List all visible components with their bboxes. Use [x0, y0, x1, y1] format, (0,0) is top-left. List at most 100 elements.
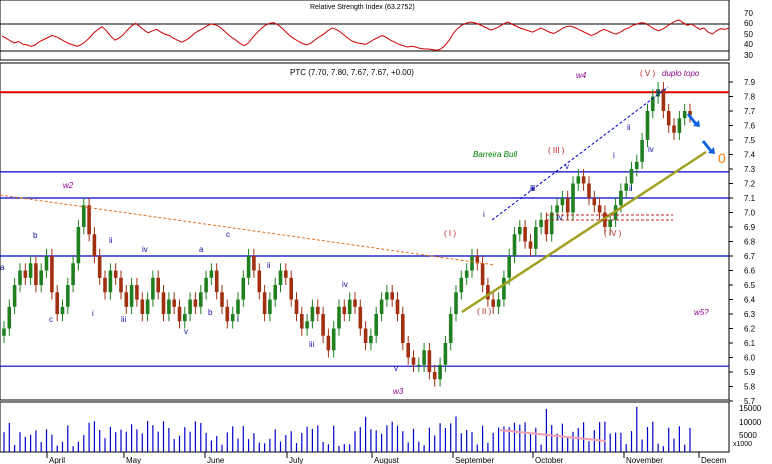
month-label: July [289, 456, 303, 464]
label-w4: w4 [576, 71, 587, 80]
volume-tick-10000: 10000 [739, 418, 762, 427]
month-label: Decem [701, 456, 727, 464]
candle-body [214, 270, 219, 293]
label-iii-2: iii [309, 340, 315, 349]
price-tick: 7.8 [744, 93, 756, 102]
label-c-1: c [49, 315, 53, 324]
price-tick: 6.0 [744, 354, 756, 363]
candle-body [502, 277, 506, 300]
candle-body [28, 263, 33, 278]
candle-body [422, 350, 426, 365]
label-iii-1: iii [121, 315, 127, 324]
candle-body [113, 270, 118, 278]
label-ii-2: ii [267, 261, 271, 270]
candle-body [199, 292, 203, 307]
candle-body [177, 306, 182, 322]
label-iv-3: iv [557, 213, 563, 222]
candle-body [23, 270, 28, 278]
label-II: ( II ) [477, 307, 492, 316]
candle-body [587, 183, 591, 198]
candle-body [512, 234, 517, 256]
price-axis: 7.9 7.8 7.7 7.6 7.5 7.4 7.3 7.2 7.1 7.0 6.9 6.8 6.7 6… [729, 78, 756, 406]
candle-body [204, 277, 208, 293]
price-tick: 6.3 [744, 310, 756, 319]
candle-body [406, 343, 410, 358]
volume-tick-5000: 5000 [739, 431, 757, 440]
candle-body [358, 306, 363, 329]
candle-body [528, 241, 533, 249]
candle-body [619, 190, 623, 206]
volume-tick-15000: 15000 [739, 404, 762, 413]
candle-body [347, 299, 352, 314]
rsi-tick-30: 30 [744, 51, 753, 60]
candle-body [470, 256, 474, 271]
label-i-3: i [483, 210, 485, 219]
label-w2: w2 [63, 181, 74, 190]
candle-body [172, 299, 176, 307]
candle-body [252, 256, 256, 271]
volume-axis: 15000 10000 5000 x1000 [733, 404, 762, 448]
candle-body [278, 270, 283, 285]
price-tick: 6.7 [744, 252, 756, 261]
label-IV: ( IV ) [604, 229, 622, 238]
label-w3: w3 [393, 387, 404, 396]
candle-body [108, 270, 113, 293]
candle-body [2, 328, 6, 336]
candle-body [119, 277, 123, 293]
candle-body [326, 335, 331, 351]
candle-body [443, 343, 448, 365]
candle-body [140, 299, 145, 314]
candle-body [432, 372, 437, 380]
price-tick: 7.5 [744, 136, 756, 145]
candle-body [188, 299, 192, 314]
candle-body [507, 256, 511, 278]
candle-body [523, 227, 527, 242]
candle-body [581, 176, 586, 184]
candle-body [666, 111, 671, 126]
month-label: May [126, 456, 141, 464]
candle-body [156, 277, 160, 293]
candle-body [76, 227, 81, 264]
candle-body [225, 306, 230, 322]
candle-body [379, 299, 384, 314]
label-a-2: a [199, 245, 204, 254]
label-ii-5: ii [627, 123, 631, 132]
label-iv-2: iv [342, 280, 348, 289]
rsi-axis: 70 60 50 40 30 [744, 9, 753, 60]
stock-chart: Relative Strength Index (63.2752) 70 60 … [0, 0, 762, 464]
candle-body [534, 227, 538, 249]
label-i-1: i [92, 309, 94, 318]
candle-body [480, 263, 485, 286]
month-label: September [455, 456, 494, 464]
candle-body [92, 234, 97, 256]
price-tick: 6.5 [744, 281, 756, 290]
label-v-1: v [184, 327, 188, 336]
month-label: August [374, 456, 400, 464]
label-i-4: i [613, 151, 615, 160]
label-III: ( III ) [548, 146, 565, 155]
candle-body [82, 205, 86, 227]
candle-body [87, 205, 91, 235]
candle-body [209, 270, 214, 278]
candle-body [241, 277, 246, 300]
price-tick: 6.1 [744, 339, 756, 348]
candle-body [571, 183, 575, 213]
label-a-1: a [0, 263, 5, 272]
candle-body [464, 270, 469, 278]
price-tick: 6.9 [744, 223, 756, 232]
candle-body [353, 299, 357, 307]
candle-body [50, 256, 54, 293]
label-b-2: b [208, 308, 213, 317]
candle-body [539, 219, 543, 227]
candle-body [645, 111, 650, 140]
candle-body [300, 314, 304, 329]
candle-body [145, 299, 150, 314]
x-axis: April May June July August September October No… [46, 452, 727, 464]
price-tick: 7.9 [744, 78, 756, 87]
candle-body [395, 299, 400, 314]
month-label: October [535, 456, 564, 464]
price-tick: 7.1 [744, 194, 756, 203]
candle-body [496, 299, 501, 307]
candle-body [624, 183, 628, 191]
candle-body [682, 111, 687, 119]
